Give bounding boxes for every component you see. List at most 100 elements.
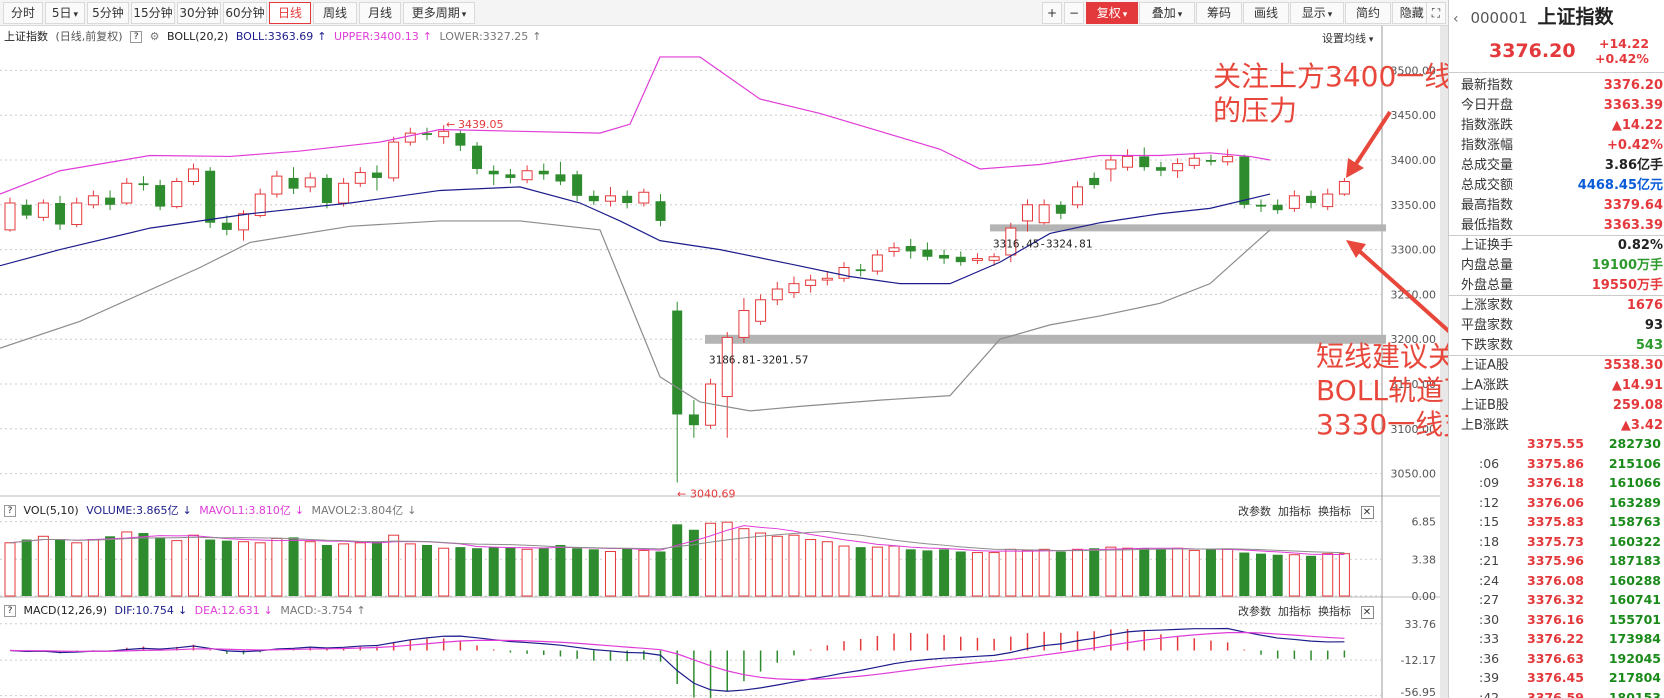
stat-label: 上A涨跌 bbox=[1461, 378, 1509, 393]
ma-settings-button[interactable]: 设置均线 ▾ bbox=[1322, 30, 1373, 46]
volume-bar bbox=[321, 544, 332, 596]
stat-row: 上B涨跌 ▲3.42 bbox=[1449, 416, 1664, 436]
stat-label: 指数涨跌 bbox=[1461, 118, 1514, 133]
tick-price: 3375.86 bbox=[1527, 455, 1584, 471]
volume-bar bbox=[988, 552, 1000, 597]
candle-body bbox=[238, 213, 250, 231]
volume-bar bbox=[572, 548, 583, 596]
volume-panel-tools: 改参数 加指标 换指标 ✕ bbox=[1238, 503, 1374, 519]
candle-body bbox=[1021, 204, 1033, 222]
volume-bar bbox=[472, 548, 483, 596]
tick-price: 3375.55 bbox=[1527, 436, 1584, 451]
help-button[interactable]: ? bbox=[4, 605, 16, 617]
tick-row: :24 3376.08 160288 bbox=[1449, 571, 1664, 591]
add-indicator-button[interactable]: 加指标 bbox=[1278, 505, 1311, 518]
volume-bar bbox=[187, 534, 199, 597]
volume-bar bbox=[21, 539, 32, 596]
change-param-button[interactable]: 改参数 bbox=[1238, 605, 1271, 618]
volume-bar bbox=[304, 541, 316, 597]
stat-row: 内盘总量 19100万手 bbox=[1449, 256, 1664, 276]
candle-body bbox=[55, 203, 66, 225]
volume-bar bbox=[1005, 548, 1017, 597]
tick-volume: 180153 bbox=[1608, 689, 1661, 698]
quote-panel: ‹ 000001 上证指数 3376.20 +14.22 +0.42% 最新指数… bbox=[1448, 0, 1664, 698]
candle-body bbox=[721, 336, 733, 398]
tick-price: 3375.73 bbox=[1527, 533, 1584, 549]
volume-bar bbox=[771, 535, 783, 597]
candle-body bbox=[1188, 157, 1200, 166]
mavol2-value: MAVOL2:3.804亿 bbox=[311, 504, 404, 517]
boll-label[interactable]: BOLL(20,2) bbox=[167, 30, 228, 43]
chevron-left-icon[interactable]: ‹ bbox=[1453, 11, 1459, 27]
candle-body bbox=[1306, 195, 1317, 204]
vol-label[interactable]: VOL(5,10) bbox=[24, 504, 79, 517]
support-band bbox=[990, 224, 1386, 232]
candle-body bbox=[1055, 204, 1066, 214]
volume-bar bbox=[1338, 553, 1350, 597]
tick-time: :42 bbox=[1479, 689, 1500, 698]
volume-bar bbox=[138, 533, 149, 596]
tick-time: :27 bbox=[1479, 592, 1500, 607]
annotation-line: 关注上方3400一线 bbox=[1213, 60, 1453, 93]
candle-body bbox=[521, 170, 533, 181]
gear-icon[interactable]: ⚙ bbox=[150, 30, 160, 43]
macd-label[interactable]: MACD(12,26,9) bbox=[24, 604, 108, 617]
stat-row: 总成交额 4468.45亿元 bbox=[1449, 176, 1664, 196]
tick-time: :30 bbox=[1479, 611, 1500, 627]
volume-bar bbox=[505, 547, 516, 596]
macd-indicator-row: ? MACD(12,26,9) DIF:10.754 ↓ DEA:12.631 ↓ … bbox=[4, 600, 370, 622]
volume-bar bbox=[905, 549, 916, 596]
help-button[interactable]: ? bbox=[4, 505, 16, 517]
candle-body bbox=[805, 279, 817, 286]
high-price-label: 3439.05 bbox=[458, 118, 504, 131]
volume-bar bbox=[354, 542, 366, 597]
candle-body bbox=[87, 195, 99, 206]
volume-bar bbox=[1272, 554, 1283, 596]
candle-body bbox=[338, 182, 350, 204]
stat-row: 指数涨跌 ▲14.22 bbox=[1449, 116, 1664, 136]
tick-price: 3375.83 bbox=[1527, 514, 1584, 529]
stat-label: 总成交量 bbox=[1461, 158, 1514, 173]
candle-body bbox=[205, 170, 216, 223]
tick-time: :09 bbox=[1479, 475, 1500, 490]
tick-price: 3376.32 bbox=[1527, 592, 1584, 607]
stat-value: 4468.45亿元 bbox=[1577, 178, 1663, 193]
chart-mode: (日线,前复权) bbox=[55, 30, 123, 43]
add-indicator-button[interactable]: 加指标 bbox=[1278, 605, 1311, 618]
stat-row: 上A涨跌 ▲14.91 bbox=[1449, 376, 1664, 396]
volume-bar bbox=[1222, 548, 1234, 597]
volume-value: VOLUME:3.865亿 bbox=[86, 504, 179, 517]
volume-tick-label: 3.38 bbox=[1412, 553, 1437, 566]
volume-bar bbox=[455, 547, 466, 596]
swap-indicator-button[interactable]: 换指标 bbox=[1318, 605, 1351, 618]
tick-price: 3376.45 bbox=[1527, 670, 1584, 685]
volume-bar bbox=[855, 547, 866, 596]
volume-bar bbox=[1089, 548, 1100, 596]
change-param-button[interactable]: 改参数 bbox=[1238, 505, 1271, 518]
tick-time: :39 bbox=[1479, 670, 1500, 685]
ma-settings-label: 设置均线 bbox=[1322, 32, 1366, 45]
candle-body bbox=[655, 201, 666, 221]
tick-row: :12 3376.06 163289 bbox=[1449, 493, 1664, 513]
stat-label: 下跌家数 bbox=[1461, 338, 1514, 353]
volume-bar bbox=[71, 542, 83, 597]
annotation-line: 的压力 bbox=[1213, 94, 1298, 127]
arrow-left-icon: ← bbox=[446, 118, 455, 131]
volume-bar bbox=[422, 544, 432, 596]
stat-value: 3538.30 bbox=[1603, 358, 1663, 373]
volume-bar bbox=[1172, 547, 1184, 597]
help-button[interactable]: ? bbox=[130, 31, 143, 43]
volume-bar bbox=[171, 540, 183, 597]
tick-row: 3375.55 282730 bbox=[1449, 434, 1664, 454]
close-icon[interactable]: ✕ bbox=[1360, 505, 1374, 519]
close-icon[interactable]: ✕ bbox=[1360, 605, 1374, 619]
candle-body bbox=[1205, 160, 1216, 162]
volume-bar bbox=[955, 551, 966, 596]
volume-bar bbox=[672, 524, 683, 596]
volume-bar bbox=[888, 545, 900, 597]
tick-row: :42 3376.59 180153 bbox=[1449, 688, 1664, 698]
volume-bar bbox=[805, 539, 817, 597]
volume-bar bbox=[371, 541, 382, 596]
swap-indicator-button[interactable]: 换指标 bbox=[1318, 505, 1351, 518]
volume-bar bbox=[155, 537, 166, 596]
